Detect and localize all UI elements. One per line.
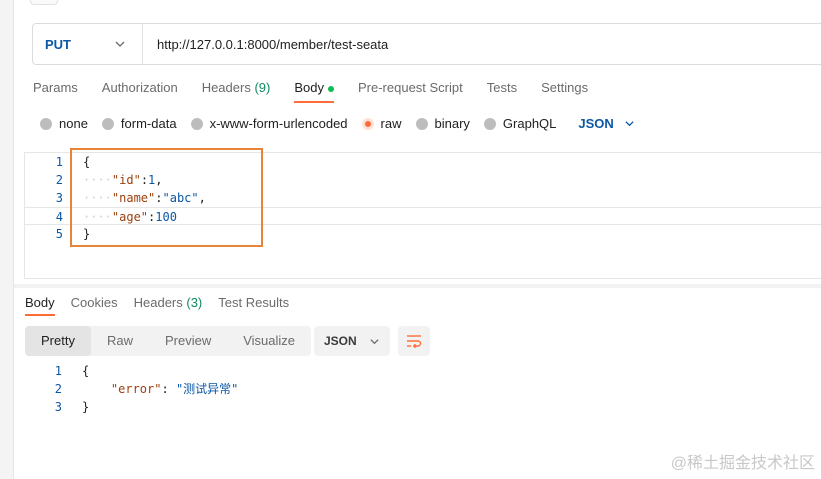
radio-none[interactable]: none: [40, 116, 88, 131]
tab-response-headers[interactable]: Headers (3): [134, 295, 203, 316]
code-text: {: [82, 362, 89, 380]
radio-label: binary: [434, 116, 470, 131]
radio-x-www-form-urlencoded[interactable]: x-www-form-urlencoded: [190, 116, 348, 131]
radio-label: raw: [380, 116, 402, 131]
tab-body[interactable]: Body: [294, 80, 334, 103]
wrap-lines-icon: [407, 335, 422, 348]
radio-circle: [40, 117, 52, 130]
chevron-down-icon: [370, 338, 379, 344]
code-text: "error": "测试异常": [110, 382, 239, 396]
json-key: "error": [110, 382, 162, 396]
tab-response-body[interactable]: Body: [25, 295, 55, 316]
response-format-label: JSON: [324, 334, 357, 348]
radio-label: x-www-form-urlencoded: [209, 116, 348, 131]
line-number: 1: [54, 364, 62, 378]
tab-label: Cookies: [70, 295, 118, 310]
view-raw-button[interactable]: Raw: [91, 326, 149, 356]
line-number: 3: [54, 400, 62, 414]
response-format-select[interactable]: JSON: [314, 326, 390, 356]
view-pretty-button[interactable]: Pretty: [25, 326, 91, 356]
tab-pre-request-script[interactable]: Pre-request Script: [358, 80, 463, 103]
radio-circle: [361, 117, 374, 130]
radio-label: form-data: [120, 116, 177, 131]
code-text: }: [82, 398, 89, 416]
tab-settings[interactable]: Settings: [541, 80, 588, 103]
annotation-highlight-box: [70, 148, 263, 247]
line-number: 5: [55, 227, 63, 241]
tab-label: Tests: [486, 80, 518, 95]
tab-count-badge: (9): [254, 80, 271, 95]
json-value: "测试异常": [175, 382, 239, 396]
url-input[interactable]: http://127.0.0.1:8000/member/test-seata: [143, 37, 388, 52]
line-number: 2: [55, 173, 63, 187]
tab-label: Headers: [133, 295, 183, 310]
line-number: 1: [55, 155, 63, 169]
chevron-down-icon: [115, 41, 125, 47]
code-line: 1 {: [24, 362, 524, 380]
line-number: 2: [54, 382, 62, 396]
brace: {: [82, 364, 90, 378]
view-preview-button[interactable]: Preview: [149, 326, 227, 356]
chevron-down-icon: [625, 121, 634, 127]
tab-label: Headers: [201, 80, 251, 95]
tab-headers[interactable]: Headers (9): [202, 80, 271, 103]
body-type-options: none form-data x-www-form-urlencoded raw…: [40, 116, 635, 131]
tab-authorization[interactable]: Authorization: [102, 80, 178, 103]
tab-label: Authorization: [101, 80, 178, 95]
tab-test-results[interactable]: Test Results: [218, 295, 289, 316]
radio-raw[interactable]: raw: [361, 116, 402, 131]
tab-label: Test Results: [218, 295, 290, 310]
tab-edge: [30, 0, 58, 5]
status-dot: [327, 85, 334, 92]
request-tabs: Params Authorization Headers (9) Body Pr…: [33, 80, 612, 103]
radio-form-data[interactable]: form-data: [101, 116, 177, 131]
left-sidebar-strip: [0, 0, 14, 479]
tab-label: Params: [33, 80, 78, 95]
tab-label: Body: [294, 80, 324, 95]
brace: }: [82, 400, 90, 414]
pane-divider[interactable]: [14, 284, 821, 288]
tab-params[interactable]: Params: [33, 80, 78, 103]
code-line: 2 "error": "测试异常": [24, 380, 524, 398]
code-line: 3 }: [24, 398, 524, 416]
view-visualize-button[interactable]: Visualize: [227, 326, 311, 356]
tab-label: Settings: [541, 80, 589, 95]
watermark: @稀土掘金技术社区: [670, 455, 815, 472]
body-format-select[interactable]: JSON: [578, 116, 634, 131]
response-view-modes: Pretty Raw Preview Visualize: [25, 326, 312, 356]
tab-tests[interactable]: Tests: [487, 80, 517, 103]
method-select[interactable]: PUT: [33, 24, 143, 64]
response-tabs: Body Cookies Headers (3) Test Results: [25, 295, 305, 316]
url-bar: PUT http://127.0.0.1:8000/member/test-se…: [32, 23, 821, 65]
tab-label: Pre-request Script: [357, 80, 463, 95]
radio-binary[interactable]: binary: [415, 116, 470, 131]
radio-label: none: [59, 116, 88, 131]
body-format-label: JSON: [578, 116, 614, 131]
method-label: PUT: [45, 36, 71, 52]
radio-circle: [190, 117, 203, 130]
radio-circle: [483, 117, 496, 130]
wrap-lines-button[interactable]: [398, 326, 430, 356]
radio-label: GraphQL: [502, 116, 557, 131]
line-number: 4: [55, 210, 63, 224]
radio-circle: [101, 117, 114, 130]
tab-count-badge: (3): [186, 295, 203, 310]
tab-label: Body: [25, 295, 55, 310]
radio-circle: [415, 117, 428, 130]
radio-graphql[interactable]: GraphQL: [483, 116, 557, 131]
tab-cookies[interactable]: Cookies: [71, 295, 118, 316]
line-number: 3: [55, 191, 63, 205]
